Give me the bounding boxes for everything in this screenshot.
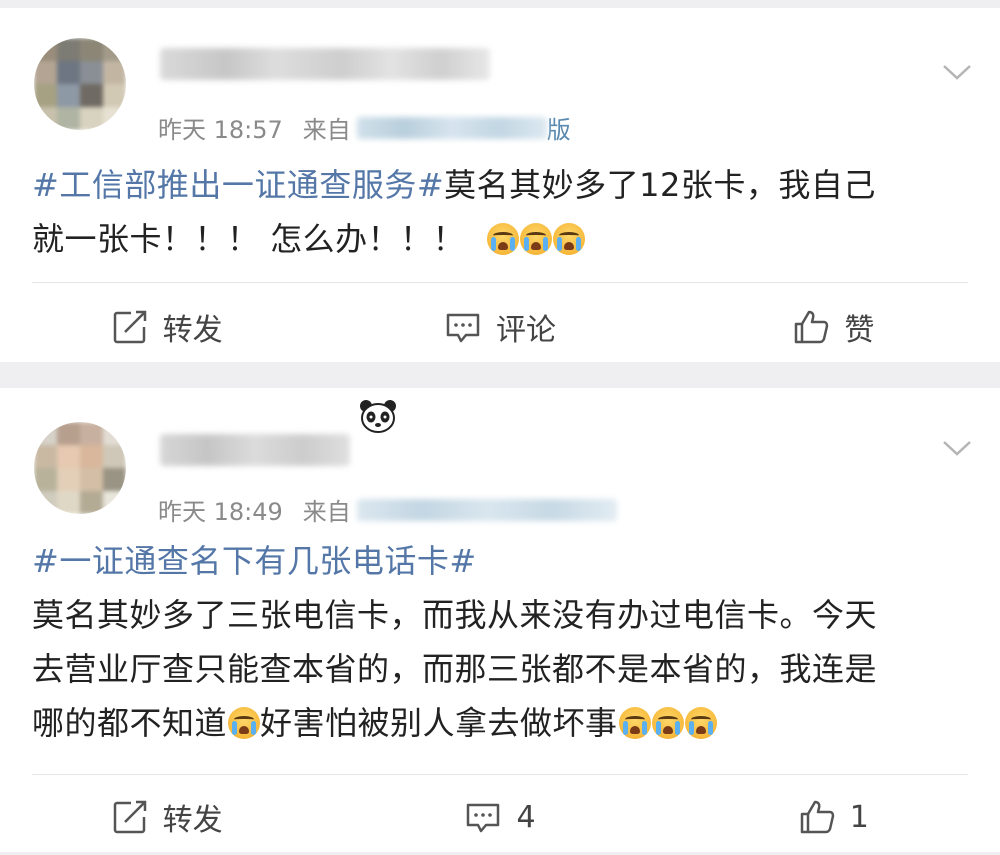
chevron-down-icon[interactable]: [942, 62, 972, 82]
like-count: 1: [849, 799, 869, 835]
crying-emoji: [519, 223, 552, 255]
post-text: 莫名其妙多了三张电信卡，而我从来没有办过电信卡。今天: [32, 596, 878, 634]
crying-emoji: [486, 223, 519, 255]
chevron-down-icon[interactable]: [942, 438, 972, 458]
source-redacted[interactable]: [356, 116, 547, 139]
crying-emoji: [684, 707, 717, 739]
post-from-label: 来自: [302, 498, 351, 526]
post-time: 昨天 18:49: [158, 498, 283, 526]
post-from-label: 来自: [302, 116, 351, 144]
like-icon: [800, 800, 835, 834]
action-bar: 转发 评论 赞: [0, 292, 1000, 362]
post-text: 去营业厅查只能查本省的，而那三张都不是本省的，我连是: [32, 650, 878, 688]
username-redacted[interactable]: [160, 434, 350, 466]
divider: [32, 282, 968, 283]
repost-icon: [113, 800, 146, 834]
repost-button[interactable]: 转发: [0, 782, 333, 852]
post-card: 昨天 18:49 来自 #一证通查名下有几张电话卡# 莫名其妙多了三张电信卡，而…: [0, 388, 1000, 852]
post-content: #工信部推出一证通查服务#莫名其妙多了12张卡，我自己 就一张卡！！！ 怎么办！…: [32, 158, 876, 266]
comment-icon: [446, 313, 480, 343]
crying-emoji: [618, 707, 651, 739]
repost-label: 转发: [162, 803, 223, 838]
post-from-suffix: 版: [546, 116, 571, 144]
comment-label: 评论: [495, 313, 556, 348]
post-card: 昨天 18:57 来自 版 #工信部推出一证通查服务#莫名其妙多了12张卡，我自…: [0, 8, 1000, 362]
like-label: 赞: [844, 313, 875, 348]
post-text: 好害怕被别人拿去做坏事: [260, 704, 618, 742]
repost-label: 转发: [162, 313, 223, 348]
post-meta: 昨天 18:49 来自: [158, 492, 617, 527]
avatar[interactable]: [34, 422, 126, 514]
post-text: 就一张卡！！！ 怎么办！！！: [32, 220, 466, 258]
topic-link[interactable]: #工信部推出一证通查服务#: [32, 166, 444, 204]
post-text: 哪的都不知道: [32, 704, 228, 742]
like-icon: [795, 310, 829, 344]
repost-button[interactable]: 转发: [0, 292, 333, 362]
source-redacted[interactable]: [356, 498, 617, 521]
crying-emoji: [228, 707, 261, 739]
panda-emoji: [360, 400, 396, 433]
action-bar: 转发 4 1: [0, 782, 1000, 852]
post-meta: 昨天 18:57 来自 版: [158, 110, 571, 145]
comment-button[interactable]: 评论: [333, 292, 666, 362]
comment-icon: [467, 803, 500, 833]
topic-link[interactable]: #一证通查名下有几张电话卡#: [32, 542, 477, 580]
username-redacted[interactable]: [160, 48, 490, 80]
like-button[interactable]: 赞: [667, 292, 1000, 362]
crying-emoji: [552, 223, 585, 255]
repost-icon: [113, 310, 146, 344]
comment-button[interactable]: 4: [333, 782, 666, 852]
avatar[interactable]: [34, 38, 126, 130]
comment-count: 4: [516, 799, 536, 835]
post-content: #一证通查名下有几张电话卡# 莫名其妙多了三张电信卡，而我从来没有办过电信卡。今…: [32, 534, 877, 750]
divider: [32, 774, 968, 775]
crying-emoji: [651, 707, 684, 739]
post-text: 莫名其妙多了12张卡，我自己: [444, 166, 876, 204]
post-time: 昨天 18:57: [158, 116, 283, 144]
like-button[interactable]: 1: [667, 782, 1000, 852]
